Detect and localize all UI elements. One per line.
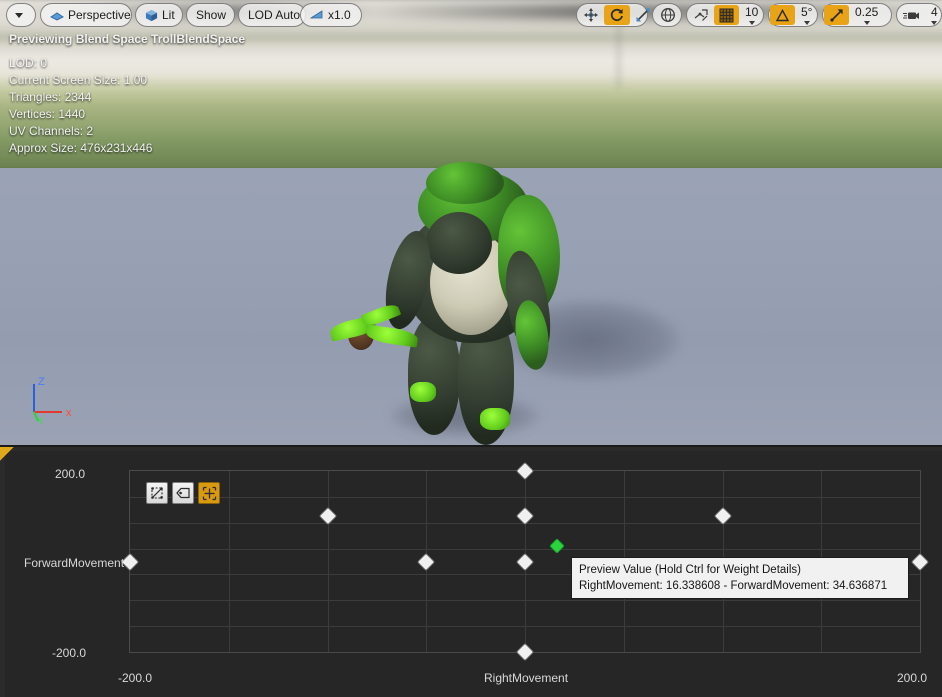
move-gizmo-icon (584, 8, 598, 22)
lit-mode-group: Lit (135, 3, 183, 27)
coordinate-system-group (652, 3, 682, 27)
grid-snap-group: 10 (686, 3, 764, 27)
chevron-down-icon (863, 20, 870, 25)
camera-speed-group: 4 (896, 3, 942, 27)
troll-character-mesh (328, 160, 630, 445)
view-mode-group: Perspective (40, 3, 132, 27)
surface-snap-button[interactable] (688, 5, 714, 25)
camera-speed-value-dropdown[interactable]: 4 (925, 6, 942, 25)
blendspace-tool-buttons (146, 482, 220, 504)
viewport-stats-overlay: Previewing Blend Space TrollBlendSpace L… (9, 31, 245, 157)
lod-label: LOD Auto (248, 8, 301, 22)
viewport-axis-gizmo: Z x y (24, 376, 84, 426)
grid-line-horizontal (130, 496, 920, 498)
camera-speed-icon (903, 12, 919, 19)
tooltip-line-1: Preview Value (Hold Ctrl for Weight Deta… (579, 564, 801, 576)
x-axis-title: RightMovement (484, 671, 569, 685)
panel-active-corner-marker (0, 447, 14, 461)
grid-line-vertical (228, 471, 230, 652)
tooltip-line-2: RightMovement: 16.338608 - ForwardMoveme… (579, 580, 888, 592)
surface-snap-icon (694, 9, 708, 21)
blendspace-sample-point[interactable] (515, 552, 535, 571)
show-menu-group: Show (186, 3, 235, 27)
toggle-animation-names-button[interactable] (198, 482, 220, 504)
scale-snap-button[interactable] (824, 5, 849, 25)
perspective-button[interactable]: Perspective (43, 5, 138, 25)
grid-line-vertical (327, 471, 329, 652)
scale-snap-value: 0.25 (855, 4, 879, 19)
label-tag-icon (176, 487, 190, 499)
translate-mode-button[interactable] (578, 5, 604, 25)
angle-snap-value-dropdown[interactable]: 5° (795, 6, 818, 25)
playback-speed-label: x1.0 (328, 8, 351, 22)
grid-snap-value-dropdown[interactable]: 10 (739, 6, 764, 25)
y-min-label: -200.0 (52, 646, 87, 660)
angle-snap-group: 5° (768, 3, 818, 27)
chevron-down-icon (15, 12, 23, 18)
lit-label: Lit (162, 8, 175, 22)
angle-snap-icon (775, 8, 790, 21)
lod-menu-group: LOD Auto (238, 3, 306, 27)
grid-snap-icon (719, 8, 734, 22)
camera-speed-button[interactable] (898, 5, 925, 25)
show-label: Show (196, 8, 227, 22)
viewport-menu-button[interactable] (9, 5, 29, 25)
play-speed-icon (310, 10, 323, 19)
perspective-icon (50, 12, 64, 21)
grid-snap-value: 10 (745, 4, 759, 19)
stat-lod: LOD: 0 (9, 56, 48, 70)
toggle-triangulation-button[interactable] (146, 482, 168, 504)
angle-snap-value: 5° (801, 4, 813, 19)
blendspace-sample-point[interactable] (417, 552, 436, 571)
grid-snap-button[interactable] (714, 5, 739, 25)
show-button[interactable]: Show (189, 5, 233, 25)
fit-grid-icon (202, 486, 216, 500)
lod-auto-button[interactable]: LOD Auto (241, 5, 307, 25)
scale-snap-group: 0.25 (822, 3, 892, 27)
cube-icon (145, 9, 158, 21)
rotate-gizmo-icon (610, 8, 623, 22)
y-max-label: 200.0 (55, 467, 86, 481)
rotate-mode-button[interactable] (604, 5, 630, 25)
angle-snap-button[interactable] (770, 5, 795, 25)
world-globe-icon (661, 8, 675, 22)
scale-gizmo-icon (636, 8, 650, 22)
playback-speed-button[interactable]: x1.0 (303, 5, 358, 25)
world-coordinate-button[interactable] (655, 5, 681, 25)
stat-triangles: Triangles: 2344 (9, 90, 92, 104)
blendspace-preview-point[interactable] (549, 538, 566, 554)
grid-line-horizontal (130, 626, 920, 628)
preview-title: Previewing Blend Space TrollBlendSpace (9, 32, 246, 46)
gizmo-x-label: x (66, 407, 72, 419)
stat-vertices: Vertices: 1440 (9, 107, 86, 121)
preview-value-tooltip: Preview Value (Hold Ctrl for Weight Deta… (571, 557, 909, 599)
triangulation-icon (151, 487, 163, 499)
x-max-label: 200.0 (897, 671, 928, 685)
scale-snap-icon (830, 8, 843, 22)
gizmo-z-label: Z (38, 376, 45, 388)
lit-button[interactable]: Lit (138, 5, 182, 25)
stat-approx-size: Approx Size: 476x231x446 (9, 141, 153, 155)
viewport-options-group (6, 3, 36, 27)
camera-speed-value: 4 (931, 4, 938, 19)
y-axis-title: ForwardMovement (24, 556, 125, 570)
chevron-down-icon (803, 20, 810, 25)
stat-screen-size: Current Screen Size: 1.00 (9, 73, 148, 87)
chevron-down-icon (931, 20, 938, 25)
playback-speed-group: x1.0 (300, 3, 362, 27)
grid-line-horizontal (130, 600, 920, 602)
perspective-label: Perspective (68, 8, 131, 22)
gizmo-y-label: y (38, 415, 43, 424)
toggle-labels-button[interactable] (172, 482, 194, 504)
scale-snap-value-dropdown[interactable]: 0.25 (849, 6, 884, 25)
unreal-blendspace-editor: Z x y Perspective Lit Show LOD Auto x1.0… (0, 0, 942, 697)
grid-line-horizontal (130, 548, 920, 550)
x-min-label: -200.0 (118, 671, 153, 685)
stat-uv-channels: UV Channels: 2 (9, 124, 94, 138)
chevron-down-icon (748, 20, 755, 25)
transform-gizmo-group (576, 3, 650, 27)
viewport-toolbar: Perspective Lit Show LOD Auto x1.0 10 5°… (0, 0, 942, 30)
